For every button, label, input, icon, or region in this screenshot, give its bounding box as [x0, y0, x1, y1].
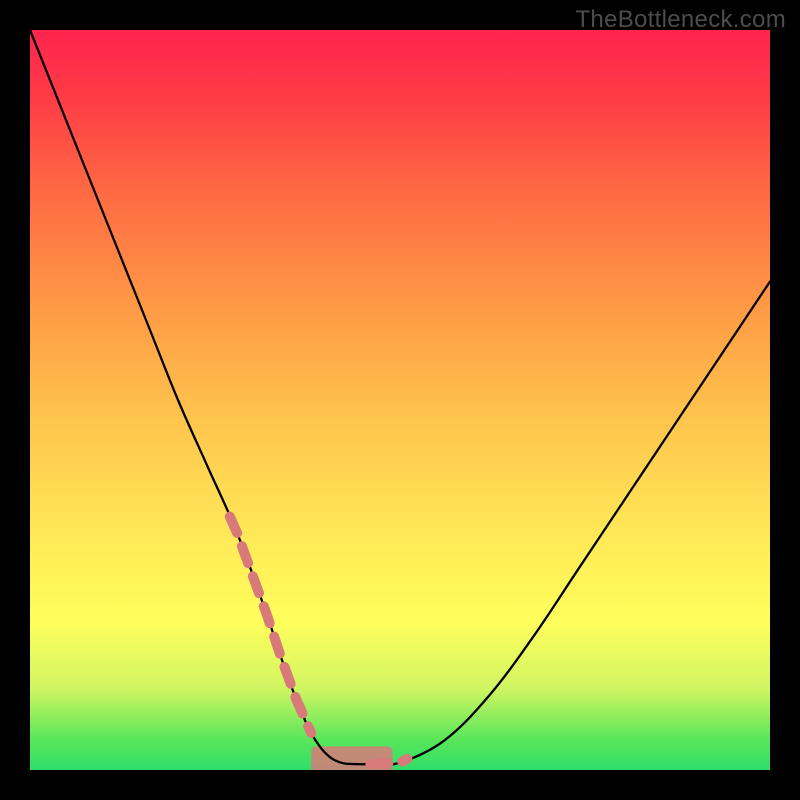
curve-line — [30, 30, 770, 770]
chart-frame: TheBottleneck.com — [0, 0, 800, 800]
plot-area — [30, 30, 770, 770]
watermark-label: TheBottleneck.com — [575, 6, 786, 34]
